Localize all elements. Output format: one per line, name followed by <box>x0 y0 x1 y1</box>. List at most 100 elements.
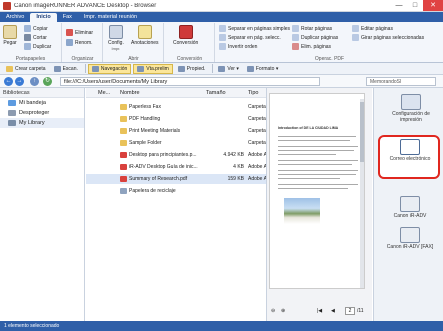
tree-item-my-library[interactable]: My Library <box>0 118 84 128</box>
column-header-me[interactable]: Me... <box>98 90 110 96</box>
file-type: Carpeta <box>248 140 266 146</box>
canon-iradv-label: Canon iR-ADV <box>393 213 427 219</box>
file-size: 4.942 KB <box>223 152 244 158</box>
duplicate-icon <box>24 43 31 50</box>
zoom-out-icon[interactable]: ⊖ <box>271 308 275 314</box>
recycle-bin-icon <box>120 188 127 194</box>
zoom-in-icon[interactable]: ⊕ <box>281 308 285 314</box>
file-name: Paperless Fax <box>129 104 161 110</box>
list-item[interactable]: Desktop para principiantes.p... 4.942 KB… <box>86 150 266 160</box>
search-input[interactable]: MemorandoSl <box>366 77 436 86</box>
group-open: Config. Impr. Anotaciones Abrir <box>104 23 164 62</box>
canon-iradv-fax-button[interactable]: Canon iR-ADV [FAX] <box>381 227 439 250</box>
column-headers: Me... Nombre Tamaño Tipo <box>86 88 266 98</box>
edit-pages-button[interactable]: Editar páginas <box>352 25 393 32</box>
separate-selected-icon <box>219 34 226 41</box>
view-label: Ver <box>227 65 235 72</box>
list-item[interactable]: iR-ADV Desktop Guía de inic... 4 KB Adob… <box>86 162 266 172</box>
pdf-conversion-icon <box>178 25 193 39</box>
tab-fax[interactable]: Fax <box>57 13 78 22</box>
file-type: Adobe A <box>248 152 266 158</box>
paste-button[interactable]: Pegar <box>3 25 17 46</box>
page-number-input[interactable]: 2 <box>345 307 355 315</box>
text-line <box>278 154 336 155</box>
group-label-pdf-operations: Operac. PDF <box>314 56 345 62</box>
preview-scrollbar-thumb[interactable] <box>360 102 364 162</box>
column-header-name[interactable]: Nombre <box>120 90 140 96</box>
rotate-pages-button[interactable]: Rotar páginas <box>292 25 332 32</box>
duplicate-button[interactable]: Duplicar <box>24 43 51 50</box>
list-item[interactable]: PDF Handling Carpeta <box>86 114 266 124</box>
library-header: Bibliotecas <box>0 88 84 98</box>
group-label-conversion: Conversión <box>176 56 203 62</box>
column-header-size[interactable]: Tamaño <box>206 90 226 96</box>
list-item[interactable]: Papelera de reciclaje <box>86 186 266 196</box>
delete-x-icon <box>66 29 73 36</box>
file-name: Papelera de reciclaje <box>129 188 176 194</box>
create-folder-button[interactable]: Crear carpeta <box>3 64 49 74</box>
duplicate-pages-button[interactable]: Duplicar páginas <box>292 34 338 41</box>
separate-selected-button[interactable]: Separar en pág. selecc. <box>219 34 281 41</box>
file-type: Adobe A <box>248 176 266 182</box>
separate-simple-button[interactable]: Separar en páginas simples <box>219 25 290 32</box>
tree-item-label: Desproteger <box>19 110 50 116</box>
minimize-button[interactable]: — <box>391 0 407 11</box>
prev-page-icon[interactable]: ◀ <box>331 308 335 314</box>
close-button[interactable]: ✕ <box>423 0 443 11</box>
list-item-selected[interactable]: Summary of Research.pdf 159 KB Adobe A <box>86 174 266 184</box>
delete-label: Eliminar <box>75 29 94 36</box>
tab-meeting-materials[interactable]: Impr. material reunión <box>78 13 143 22</box>
file-name: Desktop para principiantes.p... <box>129 152 197 158</box>
toolbar: Crear carpeta Escan. Navegación Vta.prel… <box>0 63 443 75</box>
format-menu[interactable]: Formato ▾ <box>244 64 282 74</box>
list-item[interactable]: Paperless Fax Carpeta <box>86 102 266 112</box>
view-menu[interactable]: Ver ▾ <box>215 64 241 74</box>
annotations-button[interactable]: Anotaciones <box>131 25 159 46</box>
separate-selected-label: Separar en pág. selecc. <box>228 34 281 41</box>
email-label: Correo electrónico <box>389 156 431 162</box>
view-icon <box>218 65 226 72</box>
printer-device-icon <box>400 196 420 212</box>
back-arrow-icon[interactable]: ← <box>4 77 13 86</box>
invert-order-label: Invertir orden <box>228 43 258 50</box>
tree-item-unprotect[interactable]: Desproteger <box>0 108 84 118</box>
refresh-icon[interactable]: ↻ <box>43 77 52 86</box>
first-page-icon[interactable]: |◀ <box>317 308 322 314</box>
delete-pages-button[interactable]: Elim. páginas <box>292 43 331 50</box>
address-field[interactable]: file:///C:/Users/user/Documents/My Libra… <box>60 77 320 86</box>
tab-archivo[interactable]: Archivo <box>0 13 30 22</box>
chevron-down-icon: ▾ <box>274 65 279 72</box>
list-item[interactable]: Sample Folder Carpeta <box>86 138 266 148</box>
maximize-button[interactable]: □ <box>407 0 423 11</box>
up-folder-icon[interactable]: ↑ <box>30 77 39 86</box>
preview-toggle[interactable]: Vta.prelim <box>133 63 173 74</box>
text-line <box>278 136 356 137</box>
new-folder-icon <box>6 65 13 72</box>
text-line <box>278 140 350 141</box>
email-button[interactable]: Correo electrónico <box>384 139 436 162</box>
preview-icon <box>137 65 145 72</box>
print-settings-button[interactable]: Configuración de impresión <box>382 94 440 123</box>
properties-button[interactable]: Propied. <box>175 64 209 74</box>
delete-button[interactable]: Eliminar <box>66 29 93 36</box>
print-config-button[interactable]: Config. Impr. <box>108 25 124 51</box>
duplicate-pages-label: Duplicar páginas <box>301 34 339 41</box>
text-line <box>278 188 348 189</box>
forward-arrow-icon[interactable]: → <box>15 77 24 86</box>
navigation-toggle[interactable]: Navegación <box>87 63 132 74</box>
conversion-button[interactable]: Conversión <box>173 25 198 46</box>
rename-button[interactable]: Renom. <box>66 39 93 46</box>
tab-inicio[interactable]: Inicio <box>30 13 57 22</box>
text-line <box>278 164 352 165</box>
column-header-type[interactable]: Tipo <box>248 90 259 96</box>
copy-button[interactable]: Copiar <box>24 25 48 32</box>
rotate-selected-button[interactable]: Girar páginas seleccionadas <box>352 34 424 41</box>
copy-label: Copiar <box>33 25 48 32</box>
tree-item-my-tray[interactable]: Mi bandeja <box>0 98 84 108</box>
cut-button[interactable]: Cortar <box>24 34 47 41</box>
list-item[interactable]: Print Meeting Materials Carpeta <box>86 126 266 136</box>
scan-button[interactable]: Escan. <box>51 64 81 74</box>
invert-order-button[interactable]: Invertir orden <box>219 43 257 50</box>
edit-pages-icon <box>352 25 359 32</box>
canon-iradv-button[interactable]: Canon iR-ADV <box>381 196 439 219</box>
